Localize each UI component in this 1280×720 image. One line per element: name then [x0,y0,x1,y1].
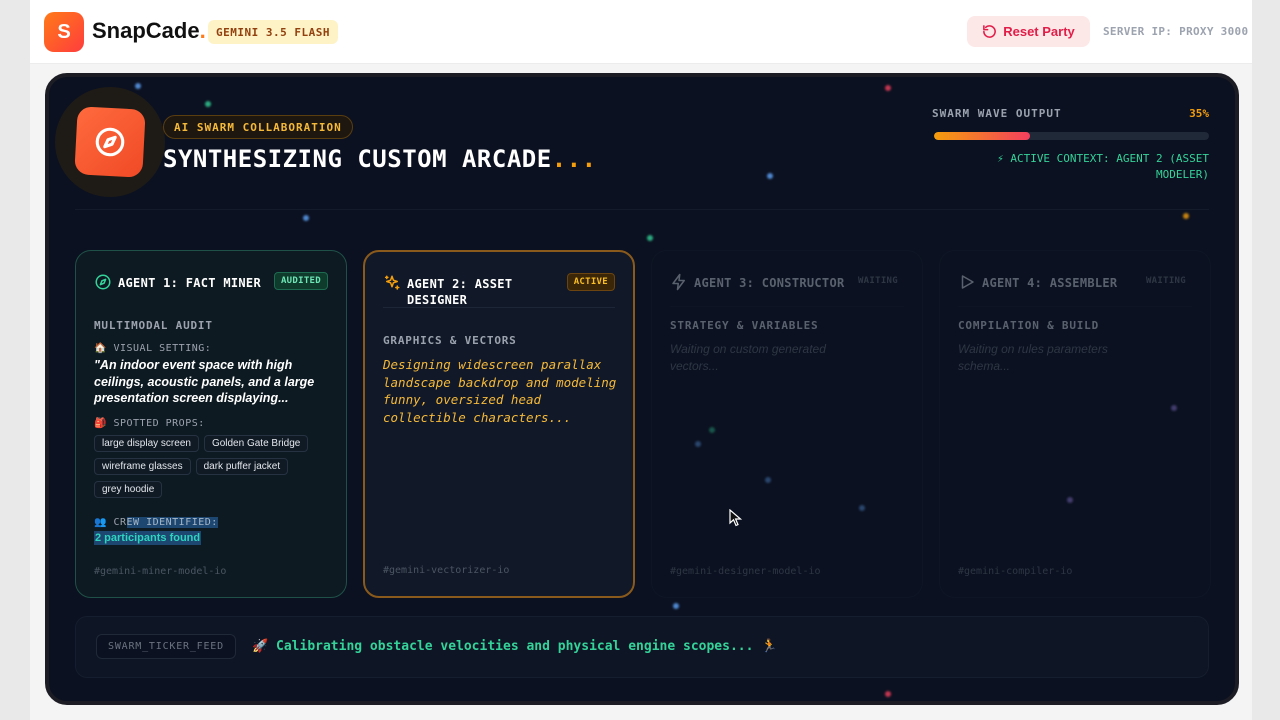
reset-party-button[interactable]: Reset Party [967,16,1090,47]
play-icon [961,275,974,289]
wave-progress-track [934,132,1209,140]
particle [205,101,211,107]
card-header: AGENT 1: FACT MINER AUDITED [94,269,328,313]
prop-chip: Golden Gate Bridge [203,435,309,452]
agent-card-constructor[interactable]: AGENT 3: CONSTRUCTOR WAITING STRATEGY & … [651,250,923,598]
section-title: MULTIMODAL AUDIT [94,319,213,332]
divider [75,209,1209,210]
waiting-text: Waiting on rules parameters schema... [958,342,1108,373]
zap-icon [672,273,685,291]
hero-title-ellipsis: ... [551,145,597,173]
particle [885,691,891,697]
app-window: S SnapCade. GEMINI 3.5 FLASH Reset Party… [30,0,1252,720]
agent-title: AGENT 3: CONSTRUCTOR [694,276,845,290]
spotted-props-label: 🎒 SPOTTED PROPS: [94,418,205,429]
agent-footer: #gemini-vectorizer-io [383,565,510,576]
brand-name-text: SnapCade [92,18,200,43]
prop-chip: dark puffer jacket [195,458,289,475]
props-list: large display screen Golden Gate Bridge … [94,435,330,498]
crew-label-prefix: 👥 CR [94,517,127,528]
section-title: COMPILATION & BUILD [958,319,1100,332]
mouse-cursor-icon [729,509,743,527]
status-badge: ACTIVE [566,273,615,291]
particle [303,215,309,221]
wave-progress-fill [934,132,1031,140]
card-separator [958,306,1192,307]
active-context: ⚡ ACTIVE CONTEXT: AGENT 2 (ASSET MODELER… [997,152,1209,181]
particle [767,173,773,179]
logo-icon: S [44,12,84,52]
prop-chip: large display screen [94,435,199,452]
wave-output-percent: 35% [1189,107,1209,120]
prop-chip: grey hoodie [94,481,163,498]
prop-chip: wireframe glasses [94,458,191,475]
wave-output-label: SWARM WAVE OUTPUT [932,107,1062,120]
agent-footer: #gemini-compiler-io [958,566,1073,577]
particle [673,603,679,609]
hero-tag: AI SWARM COLLABORATION [163,115,353,139]
hero-icon [74,106,146,178]
server-ip: SERVER IP: PROXY 3000 [1103,25,1249,38]
model-badge: GEMINI 3.5 FLASH [208,20,338,44]
compass-icon [95,127,125,157]
section-title: GRAPHICS & VECTORS [383,334,517,347]
agent-output-text: Designing widescreen parallax landscape … [383,357,617,425]
agent-card-assembler[interactable]: AGENT 4: ASSEMBLER WAITING COMPILATION &… [939,250,1211,598]
compass-icon [95,274,111,290]
agent-title: AGENT 4: ASSEMBLER [982,276,1118,290]
swarm-panel: AI SWARM COLLABORATION SYNTHESIZING CUST… [45,73,1239,705]
section-title: STRATEGY & VARIABLES [670,319,819,332]
ticker-tag: SWARM_TICKER_FEED [96,634,236,659]
swarm-ticker: SWARM_TICKER_FEED 🚀 Calibrating obstacle… [75,616,1209,678]
agent-footer: #gemini-miner-model-io [94,566,227,577]
card-separator [670,306,904,307]
visual-setting-quote: "An indoor event space with high ceiling… [94,358,315,405]
agent-title: AGENT 2: ASSET DESIGNER [407,277,513,307]
agent-title: AGENT 1: FACT MINER [118,276,261,290]
waiting-text: Waiting on custom generated vectors... [670,342,826,373]
visual-setting-label: 🏠 VISUAL SETTING: [94,343,212,354]
reset-party-label: Reset Party [1003,24,1075,39]
status-badge: WAITING [857,276,898,286]
brand-name: SnapCade. [92,18,206,44]
particle [647,235,653,241]
crew-identified-label: 👥 CREW IDENTIFIED: [94,517,218,528]
status-badge: AUDITED [273,272,328,290]
top-bar: S SnapCade. GEMINI 3.5 FLASH Reset Party… [30,0,1252,64]
agent-card-fact-miner[interactable]: AGENT 1: FACT MINER AUDITED MULTIMODAL A… [75,250,347,598]
hero-title-text: SYNTHESIZING CUSTOM ARCADE [163,145,552,173]
agent-footer: #gemini-designer-model-io [670,566,821,577]
status-badge: WAITING [1145,276,1186,286]
crew-label-highlight: EW IDENTIFIED: [126,517,218,528]
sparkles-icon [384,275,400,290]
crew-value: 2 participants found [94,531,202,545]
ticker-message: 🚀 Calibrating obstacle velocities and ph… [252,639,778,654]
brand-dot: . [199,18,206,43]
particle [885,85,891,91]
particle [135,83,141,89]
particle [1183,213,1189,219]
rotate-ccw-icon [983,25,997,38]
card-separator [383,307,615,308]
hero-title: SYNTHESIZING CUSTOM ARCADE... [163,145,597,173]
agent-card-asset-designer[interactable]: AGENT 2: ASSET DESIGNER ACTIVE GRAPHICS … [363,250,635,598]
